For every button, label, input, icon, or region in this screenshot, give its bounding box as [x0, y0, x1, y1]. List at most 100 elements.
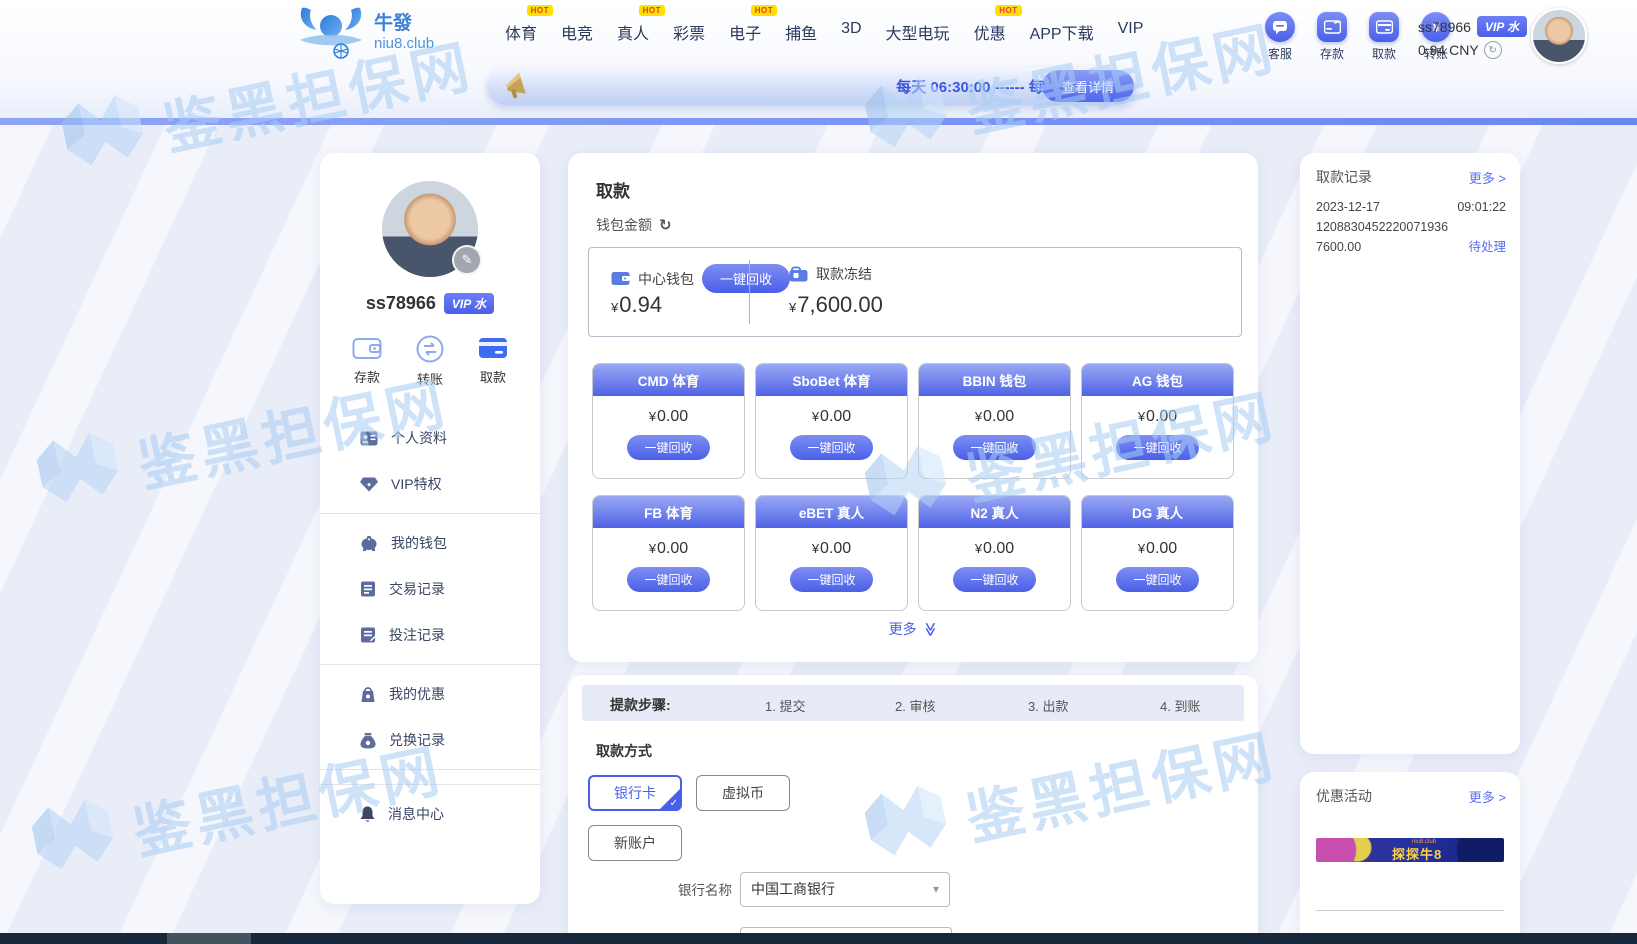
- recycle-button[interactable]: 一键回收: [1116, 567, 1198, 592]
- method-new-account[interactable]: 新账户: [588, 825, 682, 861]
- vip-level-badge: VIP 水: [444, 293, 494, 314]
- recycle-button[interactable]: 一键回收: [627, 567, 709, 592]
- view-details-button[interactable]: 查看详情: [1042, 70, 1134, 102]
- center-wallet-label: 中心钱包: [638, 269, 694, 289]
- bank-name-select[interactable]: 中国工商银行 ▾: [740, 872, 950, 907]
- method-bank-card[interactable]: 银行卡 ✓: [588, 775, 682, 811]
- wallet-icon: [611, 271, 630, 286]
- sidebar-item-my-wallet[interactable]: 我的钱包: [320, 520, 540, 566]
- sidebar-menu: 个人资料 VIP特权 我的钱包 交易记录 投注记录 我的优惠 兑换记录: [320, 415, 540, 837]
- recycle-button[interactable]: 一键回收: [1116, 435, 1198, 460]
- divider: [320, 513, 540, 514]
- bottom-taskbar: [0, 933, 1637, 944]
- record-order-no: 1208830452220071936: [1316, 217, 1506, 237]
- brand-logo[interactable]: 牛發 niu8.club: [296, 4, 434, 62]
- wallet-card-dg: DG 真人 ¥0.00 一键回收: [1081, 495, 1234, 611]
- frozen-lock-icon: [789, 266, 808, 282]
- steps-label: 提款步骤:: [610, 695, 671, 715]
- sidebar-item-redeem-records[interactable]: 兑换记录: [320, 717, 540, 763]
- bank-name-label: 银行名称: [670, 879, 732, 899]
- caret-down-icon: ▾: [933, 882, 939, 896]
- wallet-card-bbin: BBIN 钱包 ¥0.00 一键回收: [918, 363, 1071, 479]
- sidebar-item-transaction-records[interactable]: 交易记录: [320, 566, 540, 612]
- nav-item-live[interactable]: HOT 真人: [617, 20, 649, 44]
- wallet-cards-grid: CMD 体育 ¥0.00 一键回收 SboBet 体育 ¥0.00 一键回收 B…: [592, 363, 1234, 611]
- promo-banner-title: 探探牛8: [1392, 844, 1442, 862]
- wallet-amount-label: 钱包金额: [596, 215, 652, 235]
- withdraw-card-icon: [1369, 12, 1399, 42]
- records-more-link[interactable]: 更多 >: [1469, 168, 1506, 187]
- sidebar-item-my-promotions[interactable]: 我的优惠: [320, 671, 540, 717]
- withdraw-steps-bar: 提款步骤: 1. 提交 2. 审核 3. 出款 4. 到账: [582, 685, 1244, 721]
- withdraw-card-icon: [478, 335, 508, 361]
- wallet-card-ebet: eBET 真人 ¥0.00 一键回收: [755, 495, 908, 611]
- recycle-all-button[interactable]: 一键回收: [702, 264, 790, 293]
- hot-badge: HOT: [527, 5, 553, 16]
- sidebar-item-profile[interactable]: 个人资料: [320, 415, 540, 461]
- divider: [320, 664, 540, 665]
- bell-icon: [360, 806, 375, 823]
- center-wallet-amount: 0.94: [619, 292, 662, 317]
- hot-badge: HOT: [995, 5, 1021, 16]
- promotions-more-link[interactable]: 更多 >: [1469, 787, 1506, 806]
- profile-sidebar: ✎ ss78966 VIP 水 存款 转账 取款: [320, 153, 540, 904]
- nav-item-sports[interactable]: HOT 体育: [505, 20, 537, 44]
- document-pen-icon: [360, 627, 376, 643]
- sidebar-item-message-center[interactable]: 消息中心: [320, 791, 540, 837]
- customer-service-button[interactable]: 客服: [1260, 12, 1300, 62]
- megaphone-icon: [505, 73, 529, 99]
- nav-item-promo[interactable]: HOT 优惠: [974, 20, 1006, 44]
- nav-item-vip[interactable]: VIP: [1118, 20, 1144, 44]
- recycle-button[interactable]: 一键回收: [953, 435, 1035, 460]
- step-review: 2. 审核: [895, 696, 935, 715]
- nav-item-lottery[interactable]: 彩票: [673, 20, 705, 44]
- recycle-button[interactable]: 一键回收: [627, 435, 709, 460]
- logo-domain: niu8.club: [374, 35, 434, 52]
- nav-item-esports[interactable]: 电竞: [561, 20, 593, 44]
- announcement-bar: 每天 06:30:00 ------ 每天 07:30:00 查看详情: [487, 67, 1137, 105]
- username: ss78966: [1418, 19, 1471, 35]
- sidebar-item-vip-privileges[interactable]: VIP特权: [320, 461, 540, 507]
- balance-amount: 0.94 CNY: [1418, 42, 1479, 58]
- withdraw-button[interactable]: 取款: [1364, 12, 1404, 62]
- wallet-card-fb: FB 体育 ¥0.00 一键回收: [592, 495, 745, 611]
- avatar[interactable]: [1531, 8, 1587, 64]
- sidebar-deposit-button[interactable]: 存款: [352, 335, 382, 388]
- refresh-icon[interactable]: ↻: [659, 216, 672, 234]
- sidebar-withdraw-button[interactable]: 取款: [478, 335, 508, 388]
- recycle-button[interactable]: 一键回收: [953, 567, 1035, 592]
- gift-bag-icon: [360, 686, 376, 703]
- promo-banner[interactable]: niu8.club 探探牛8: [1316, 838, 1504, 862]
- main-nav: HOT 体育 电竞 HOT 真人 彩票 HOT 电子 捕鱼 3D 大型电玩 HO…: [505, 20, 1143, 44]
- sidebar-item-bet-records[interactable]: 投注记录: [320, 612, 540, 658]
- wallet-outline-icon: [352, 335, 382, 361]
- record-time: 09:01:22: [1457, 197, 1506, 217]
- nav-item-app-download[interactable]: APP下载: [1030, 20, 1094, 44]
- nav-item-3d[interactable]: 3D: [841, 20, 861, 44]
- check-icon: ✓: [659, 788, 681, 810]
- edit-avatar-icon[interactable]: ✎: [452, 245, 482, 275]
- step-submit: 1. 提交: [765, 696, 805, 715]
- sidebar-transfer-button[interactable]: 转账: [416, 335, 444, 388]
- balance-refresh-icon[interactable]: ↻: [1484, 41, 1502, 59]
- nav-item-arcade[interactable]: 大型电玩: [886, 20, 950, 44]
- logo-title: 牛發: [374, 13, 434, 35]
- money-pouch-icon: [360, 732, 376, 749]
- wallet-card-ag: AG 钱包 ¥0.00 一键回收: [1081, 363, 1234, 479]
- method-crypto[interactable]: 虚拟币: [696, 775, 790, 811]
- nav-item-fishing[interactable]: 捕鱼: [785, 20, 817, 44]
- frozen-label: 取款冻结: [816, 264, 872, 284]
- expand-more-wallets[interactable]: 更多 ≫: [568, 619, 1258, 639]
- withdraw-panel: 取款 钱包金额 ↻ 中心钱包 一键回收 ¥0.94 取款冻结 ¥7,600.00…: [568, 153, 1258, 662]
- transfer-circle-icon: [416, 335, 444, 363]
- deposit-button[interactable]: 存款: [1312, 12, 1352, 62]
- record-amount: 7600.00: [1316, 237, 1361, 257]
- step-payout: 3. 出款: [1028, 696, 1068, 715]
- vip-level-badge: VIP 水: [1477, 16, 1527, 37]
- recycle-button[interactable]: 一键回收: [790, 567, 872, 592]
- wallet-card-n2: N2 真人 ¥0.00 一键回收: [918, 495, 1071, 611]
- diamond-icon: [360, 477, 378, 492]
- recycle-button[interactable]: 一键回收: [790, 435, 872, 460]
- nav-item-slots[interactable]: HOT 电子: [729, 20, 761, 44]
- piggy-bank-icon: [360, 536, 378, 551]
